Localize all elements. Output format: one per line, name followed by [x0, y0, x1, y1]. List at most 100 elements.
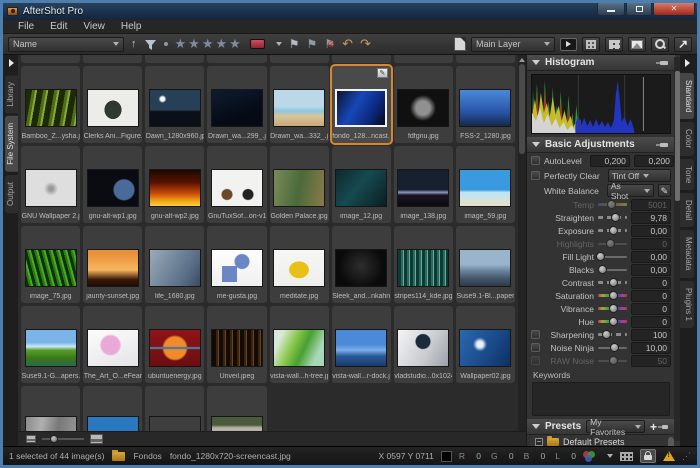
thumbnail-cell[interactable]: me-gusta.jpg ✎: [207, 226, 266, 303]
thumbnail-cell[interactable]: gnu-alt-wp1.jpg ✎: [83, 146, 142, 223]
presets-header[interactable]: Presets My Favorites +: [527, 419, 675, 435]
adjustment-value[interactable]: 0,00: [631, 251, 671, 263]
slider-handle[interactable]: [609, 317, 618, 326]
collapse-tree-icon[interactable]: −: [535, 438, 543, 446]
scrollbar-thumb[interactable]: [519, 64, 525, 154]
thumbnail-cell[interactable]: vista-wall...r-dock.jpg ✎: [332, 306, 391, 383]
view-image-button[interactable]: [628, 37, 646, 52]
menu-item[interactable]: File: [11, 21, 41, 32]
color-label-dropdown-icon[interactable]: [276, 42, 282, 46]
collapse-left-panel-icon[interactable]: [9, 59, 14, 67]
slider-handle[interactable]: [602, 330, 611, 339]
color-management-icon[interactable]: [583, 451, 596, 462]
thumbnail-cell[interactable]: ubuntuenergy.jpg ✎: [145, 306, 204, 383]
star-icon[interactable]: ★: [188, 36, 202, 51]
minimize-button[interactable]: [597, 3, 625, 16]
basic-adjustments-header[interactable]: Basic Adjustments: [527, 137, 675, 153]
adjustment-value[interactable]: 5001: [631, 199, 671, 211]
slider-handle[interactable]: [609, 304, 618, 313]
panel-scrollbar[interactable]: [674, 57, 680, 441]
right-tab[interactable]: Detail: [680, 193, 694, 227]
thumbnail-cell-partial[interactable]: [456, 55, 515, 63]
flag-reject-icon[interactable]: ⚑: [324, 37, 335, 51]
thumbnail-cell[interactable]: image_75.jpg ✎: [21, 226, 80, 303]
thumbnail-cell[interactable]: Bamboo_Z...ysha.jpg ✎: [21, 66, 80, 143]
thumbnail-cell[interactable]: image_59.jpg ✎: [456, 146, 515, 223]
adjustment-value[interactable]: 0: [631, 303, 671, 315]
adjustment-slider[interactable]: [598, 304, 627, 313]
thumbnail-cell[interactable]: Wallpaper02.jpg ✎: [456, 306, 515, 383]
thumbnail-cell[interactable]: Drawn_wa...332_.jpg ✎: [270, 66, 329, 143]
slider-handle[interactable]: [598, 265, 607, 274]
maximize-button[interactable]: [626, 3, 652, 16]
autolevel-value-2[interactable]: 0,200: [634, 155, 674, 167]
adjustment-checkbox[interactable]: [531, 356, 540, 365]
histogram-header[interactable]: Histogram: [527, 55, 675, 71]
adjustment-value[interactable]: 0,00: [631, 264, 671, 276]
layer-select[interactable]: Main Layer: [471, 37, 555, 52]
thumbnail-cell[interactable]: stripes114_kde.jpg ✎: [394, 226, 453, 303]
resize-grip[interactable]: ⋰: [682, 451, 691, 462]
adjustment-slider[interactable]: [598, 239, 627, 248]
adjustment-slider[interactable]: [598, 317, 627, 326]
collapse-section-icon[interactable]: [532, 142, 540, 147]
thumbnail-cell[interactable]: Clerks Ani...Figure.jpg ✎: [83, 66, 142, 143]
close-button[interactable]: ✕: [653, 3, 695, 16]
thumbnail-cell-partial[interactable]: [270, 55, 329, 63]
lock-button[interactable]: [640, 449, 656, 463]
thumbnail-cell[interactable]: vladstudio...0x1024.jpg ✎: [394, 306, 453, 383]
small-thumbnails-icon[interactable]: [26, 435, 36, 443]
thumbnail-cell-partial[interactable]: [145, 55, 204, 63]
adjustment-value[interactable]: 10,00: [631, 342, 671, 354]
thumbnail-cell[interactable]: GNU Wallpaper 2.jpg ✎: [21, 146, 80, 223]
thumbnail-cell-partial[interactable]: [332, 55, 391, 63]
thumbnail-cell[interactable]: FSS-2_1280.jpg ✎: [456, 66, 515, 143]
slider-handle[interactable]: [609, 356, 618, 365]
white-balance-select[interactable]: As Shot: [607, 184, 654, 197]
scroll-up-icon[interactable]: [519, 58, 525, 62]
rotate-left-icon[interactable]: ↶: [342, 36, 353, 52]
star-icon[interactable]: ★: [175, 36, 189, 51]
adjustment-value[interactable]: 0: [631, 277, 671, 289]
flag-pick-icon[interactable]: ⚑: [289, 37, 300, 51]
eyedropper-button[interactable]: ✎: [658, 184, 671, 197]
scrollbar-thumb[interactable]: [675, 71, 680, 201]
zoom-button[interactable]: [651, 37, 669, 52]
collapse-section-icon[interactable]: [532, 60, 540, 65]
slider-handle[interactable]: [606, 239, 615, 248]
right-tab[interactable]: Standard: [680, 73, 694, 119]
thumbnail-cell[interactable]: jaunty-sunset.jpg ✎: [83, 226, 142, 303]
adjustment-slider[interactable]: [598, 330, 627, 339]
thumbnail-cell[interactable]: Drawn_wa...299_.jpg ✎: [207, 66, 266, 143]
thumbnail-cell[interactable]: gnu-alt-wp2.jpg ✎: [145, 146, 204, 223]
thumbnail-cell[interactable]: The_Art_O...eFear.jpg ✎: [83, 306, 142, 383]
adjustment-value[interactable]: 0: [631, 316, 671, 328]
thumbnail-cell[interactable]: meditate.jpg ✎: [270, 226, 329, 303]
rating-clear-icon[interactable]: [164, 42, 168, 46]
sort-ascending-icon[interactable]: ↑: [131, 37, 137, 52]
warning-icon[interactable]: [663, 451, 675, 461]
adjustment-value[interactable]: 100: [631, 329, 671, 341]
adjustment-checkbox[interactable]: [531, 330, 540, 339]
adjustment-checkbox[interactable]: [531, 343, 540, 352]
thumbnail-size-slider[interactable]: [42, 438, 84, 440]
slider-handle[interactable]: [609, 226, 618, 235]
grid-scrollbar[interactable]: [518, 55, 526, 446]
adjustment-value[interactable]: 9,78: [631, 212, 671, 224]
slider-handle[interactable]: [596, 252, 605, 261]
thumbnail-cell[interactable]: Suse9.1-G...apers.jpg ✎: [21, 306, 80, 383]
pin-icon[interactable]: [662, 425, 668, 429]
adjustment-slider[interactable]: [598, 265, 627, 274]
adjustment-slider[interactable]: [598, 291, 627, 300]
menu-item[interactable]: Help: [114, 21, 149, 32]
flag-review-icon[interactable]: ⚑: [307, 37, 318, 51]
left-tab[interactable]: File System: [5, 116, 18, 172]
presets-filter-select[interactable]: My Favorites: [586, 420, 645, 433]
pin-icon[interactable]: [660, 61, 668, 65]
rotate-right-icon[interactable]: ↷: [360, 36, 371, 52]
adjustment-value[interactable]: 0: [631, 238, 671, 250]
adjustment-value[interactable]: 50: [631, 355, 671, 367]
thumbnail-cell[interactable]: GnuTuxSof...on-v1.jpg ✎: [207, 146, 266, 223]
thumbnail-cell-partial[interactable]: [21, 55, 80, 63]
left-tab[interactable]: Library: [5, 75, 18, 113]
